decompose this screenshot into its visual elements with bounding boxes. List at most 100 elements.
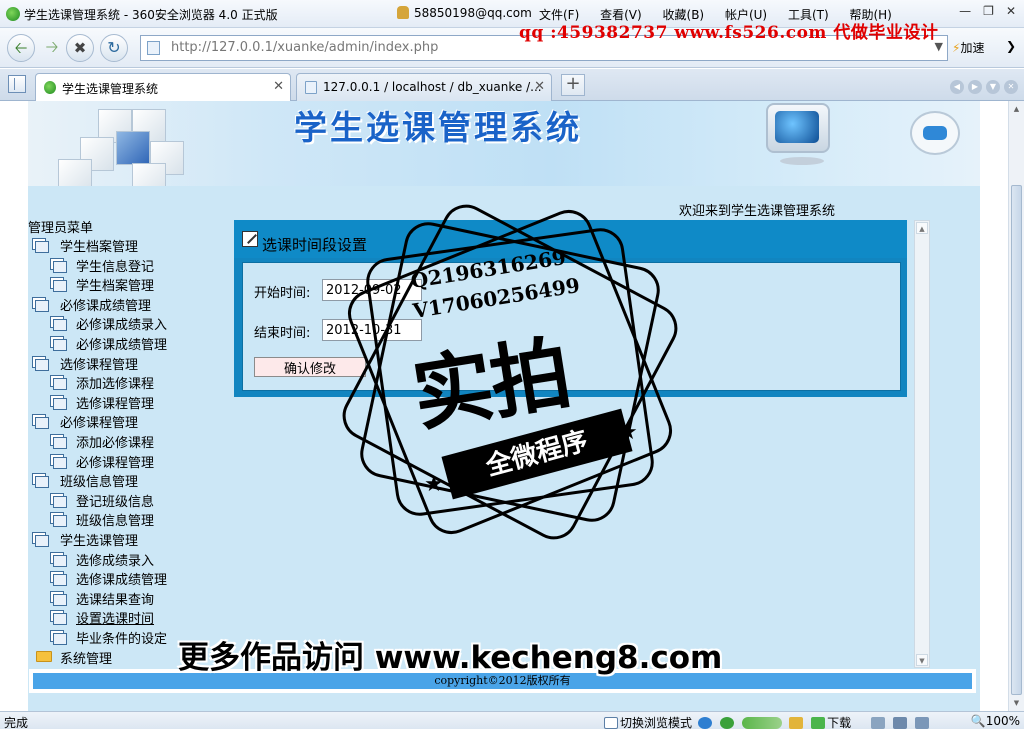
tab-scroll-left-icon[interactable]: ◀ bbox=[950, 80, 964, 94]
menu-label: 必修课成绩录入 bbox=[76, 318, 168, 334]
status-text: 完成 bbox=[4, 716, 29, 729]
welcome-text: 欢迎来到学生选课管理系统 bbox=[679, 204, 836, 219]
stop-button[interactable]: ✖ bbox=[66, 34, 94, 62]
calendar-icon[interactable] bbox=[789, 717, 804, 729]
document-icon bbox=[50, 394, 67, 410]
star-icon: ★ bbox=[618, 420, 638, 445]
scroll-up-icon[interactable]: ▲ bbox=[1011, 103, 1022, 115]
close-icon: ✖ bbox=[73, 39, 87, 57]
plus-icon: + bbox=[565, 73, 581, 94]
refresh-button[interactable]: ↻ bbox=[100, 34, 128, 62]
edit-icon bbox=[242, 231, 258, 247]
zoom-value: 100% bbox=[985, 714, 1020, 728]
speedup-button[interactable]: ⚡加速 bbox=[952, 39, 984, 56]
document-icon bbox=[50, 434, 67, 449]
close-icon[interactable]: ✕ bbox=[1006, 4, 1016, 18]
menu-label: 选修课程管理 bbox=[76, 396, 155, 412]
tab-navigation: ◀ ▶ ▼ ✕ bbox=[946, 78, 1018, 94]
document-icon bbox=[50, 257, 67, 273]
refresh-icon: ↻ bbox=[107, 38, 121, 57]
menu-label: 学生档案管理 bbox=[76, 279, 155, 295]
tab-bar: 学生选课管理系统 ✕ 127.0.0.1 / localhost / db_xu… bbox=[0, 69, 1024, 101]
lock-icon bbox=[397, 6, 409, 19]
page-scrollbar[interactable]: ▲ ▼ bbox=[1008, 101, 1024, 711]
document-icon bbox=[50, 610, 67, 626]
window-controls: — ❐ ✕ bbox=[947, 4, 1016, 18]
page-icon bbox=[147, 41, 160, 55]
account-email: 58850198@qq.com bbox=[414, 6, 532, 20]
document-icon bbox=[50, 336, 67, 351]
toggle-icons[interactable] bbox=[741, 717, 782, 729]
speedup-label: 加速 bbox=[960, 41, 985, 55]
sound-icon[interactable] bbox=[914, 717, 929, 729]
document-icon bbox=[50, 492, 67, 508]
menu-label: 学生信息登记 bbox=[76, 259, 155, 275]
cube-graphic bbox=[132, 163, 166, 186]
menu-label: 必修课成绩管理 bbox=[76, 338, 168, 353]
page-icon bbox=[305, 81, 317, 94]
document-icon bbox=[50, 590, 67, 606]
monitor-stand-graphic bbox=[780, 157, 824, 165]
new-tab-button[interactable]: + bbox=[561, 74, 585, 96]
arrow-right-icon: 🡢 bbox=[45, 37, 59, 56]
url-text[interactable]: http://127.0.0.1/xuanke/admin/index.php bbox=[171, 40, 438, 55]
tab-title: 学生选课管理系统 bbox=[62, 82, 159, 96]
zoom-level[interactable]: 🔍100% bbox=[971, 714, 1020, 728]
browser-logo-icon bbox=[44, 81, 56, 94]
folder-tree-icon bbox=[32, 238, 49, 253]
menu-label: 选修课成绩管理 bbox=[76, 573, 168, 589]
document-icon bbox=[50, 630, 67, 645]
content-scrollbar[interactable]: ▲ ▼ bbox=[914, 220, 930, 668]
chevron-right-icon[interactable]: ❯ bbox=[1006, 39, 1016, 53]
close-icon[interactable]: ✕ bbox=[273, 79, 284, 94]
robot-graphic bbox=[910, 111, 960, 155]
tab-title: 127.0.0.1 / localhost / db_xuanke /... bbox=[323, 80, 542, 94]
scroll-up-icon[interactable]: ▲ bbox=[916, 222, 928, 234]
document-icon bbox=[50, 512, 67, 528]
scroll-down-icon[interactable]: ▼ bbox=[1011, 697, 1022, 709]
tab-scroll-right-icon[interactable]: ▶ bbox=[968, 80, 982, 94]
tab-phpmyadmin[interactable]: 127.0.0.1 / localhost / db_xuanke /... ✕ bbox=[296, 73, 552, 101]
forward-button[interactable]: 🡢 bbox=[38, 34, 66, 62]
document-icon bbox=[50, 375, 67, 391]
folder-icon bbox=[36, 650, 52, 662]
shield-icon[interactable] bbox=[719, 717, 734, 729]
tab-list-icon[interactable]: ▼ bbox=[986, 80, 1000, 94]
menu-label: 必修课程管理 bbox=[76, 455, 155, 471]
scrollbar-thumb[interactable] bbox=[1011, 185, 1022, 695]
document-icon bbox=[50, 316, 67, 332]
browse-mode-label[interactable]: 切换浏览模式 bbox=[620, 716, 692, 729]
cube-graphic bbox=[116, 131, 150, 165]
menu-label: 学生档案管理 bbox=[60, 240, 139, 255]
magnifier-icon: 🔍 bbox=[970, 714, 986, 728]
monitor-graphic bbox=[766, 103, 830, 153]
minimize-icon[interactable]: — bbox=[959, 4, 971, 18]
close-icon[interactable]: ✕ bbox=[1004, 80, 1018, 94]
start-time-label: 开始时间: bbox=[254, 286, 311, 301]
menu-label: 系统管理 bbox=[60, 651, 113, 667]
sidebar-toggle-button[interactable] bbox=[8, 75, 26, 93]
contact-watermark: qq :459382737 www.fs526.com 代做毕业设计 bbox=[519, 23, 939, 43]
menu-label: 毕业条件的设定 bbox=[76, 632, 168, 647]
print-icon[interactable] bbox=[892, 717, 907, 729]
ie-icon[interactable] bbox=[697, 717, 712, 729]
document-icon bbox=[50, 571, 67, 587]
account-info[interactable]: 58850198@qq.com bbox=[397, 6, 532, 20]
back-button[interactable]: 🡠 bbox=[7, 34, 35, 62]
download-label[interactable]: 下载 bbox=[827, 716, 851, 729]
banner-title: 学生选课管理系统 bbox=[294, 108, 582, 147]
menu-label: 添加必修课程 bbox=[76, 436, 155, 451]
window-title: 学生选课管理系统 - 360安全浏览器 4.0 正式版 bbox=[24, 8, 278, 22]
tab-xuanke-system[interactable]: 学生选课管理系统 ✕ bbox=[35, 73, 291, 101]
restore-icon[interactable]: ❐ bbox=[983, 4, 994, 18]
screenshot-icon[interactable] bbox=[871, 717, 885, 729]
site-banner: 学生选课管理系统 bbox=[28, 101, 980, 186]
document-icon bbox=[50, 551, 67, 567]
browser-logo-icon bbox=[6, 7, 20, 21]
folder-tree-icon bbox=[32, 473, 49, 489]
status-bar: 完成 切换浏览模式 下载 🔍100% bbox=[0, 711, 1024, 729]
close-icon[interactable]: ✕ bbox=[534, 79, 545, 94]
scroll-down-icon[interactable]: ▼ bbox=[916, 654, 928, 666]
menu-label: 选修课程管理 bbox=[60, 357, 139, 373]
menu-label: 班级信息管理 bbox=[60, 475, 139, 491]
